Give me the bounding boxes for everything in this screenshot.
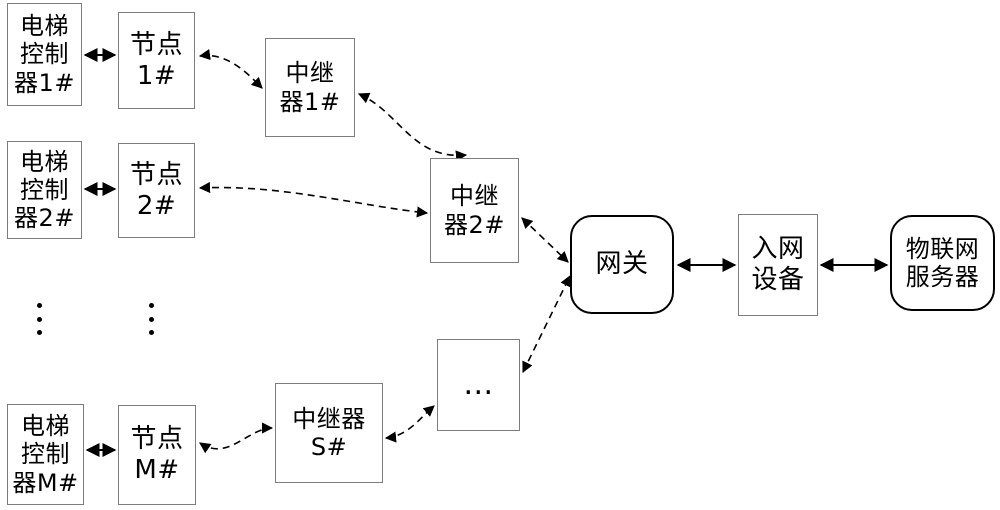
node-1-label: 节点 1# xyxy=(129,29,183,91)
access-device-box[interactable]: 入网 设备 xyxy=(738,214,818,316)
elevator-controller-2-label: 电梯 控制 器2# xyxy=(14,147,75,233)
relay-more-box[interactable]: … xyxy=(437,339,520,431)
elevator-controller-2-box[interactable]: 电梯 控制 器2# xyxy=(7,141,82,239)
elevator-controller-1-label: 电梯 控制 器1# xyxy=(14,12,75,97)
elevator-controller-1-box[interactable]: 电梯 控制 器1# xyxy=(7,3,82,106)
relay-more-ellipsis-label: … xyxy=(463,367,494,403)
link-relay2-gateway xyxy=(521,217,569,263)
link-node2-relay2 xyxy=(198,181,429,218)
vertical-ellipsis-controllers-icon xyxy=(36,303,42,335)
iot-server-box[interactable]: 物联网 服务器 xyxy=(890,215,995,311)
node-2-label: 节点 2# xyxy=(129,159,183,221)
diagram-canvas: 电梯 控制 器1# 节点 1# 中继 器1# 电梯 控制 器2# 节点 2# 中… xyxy=(0,0,1000,510)
gateway-box[interactable]: 网关 xyxy=(570,215,674,314)
link-nodem-relays xyxy=(199,422,274,454)
elevator-controller-m-box[interactable]: 电梯 控制 器M# xyxy=(7,404,84,505)
node-m-label: 节点 M# xyxy=(130,424,184,485)
link-relays-relaymore xyxy=(384,405,435,443)
node-2-box[interactable]: 节点 2# xyxy=(118,143,195,238)
access-device-label: 入网 设备 xyxy=(751,234,805,295)
link-node1-relay1 xyxy=(198,49,263,89)
node-1-box[interactable]: 节点 1# xyxy=(118,12,195,109)
relay-s-label: 中继器 S# xyxy=(292,404,366,461)
vertical-ellipsis-nodes-icon xyxy=(148,303,154,335)
relay-s-box[interactable]: 中继器 S# xyxy=(275,383,383,483)
elevator-controller-m-label: 电梯 控制 器M# xyxy=(12,412,79,497)
node-m-box[interactable]: 节点 M# xyxy=(118,405,196,505)
relay-2-label: 中继 器2# xyxy=(444,182,505,239)
iot-server-label: 物联网 服务器 xyxy=(905,234,980,291)
link-relaymore-gateway xyxy=(522,274,571,374)
relay-1-box[interactable]: 中继 器1# xyxy=(265,38,355,137)
gateway-label: 网关 xyxy=(595,249,649,280)
link-relay1-relay2 xyxy=(357,92,468,162)
relay-1-label: 中继 器1# xyxy=(279,59,341,116)
relay-2-box[interactable]: 中继 器2# xyxy=(430,158,519,263)
